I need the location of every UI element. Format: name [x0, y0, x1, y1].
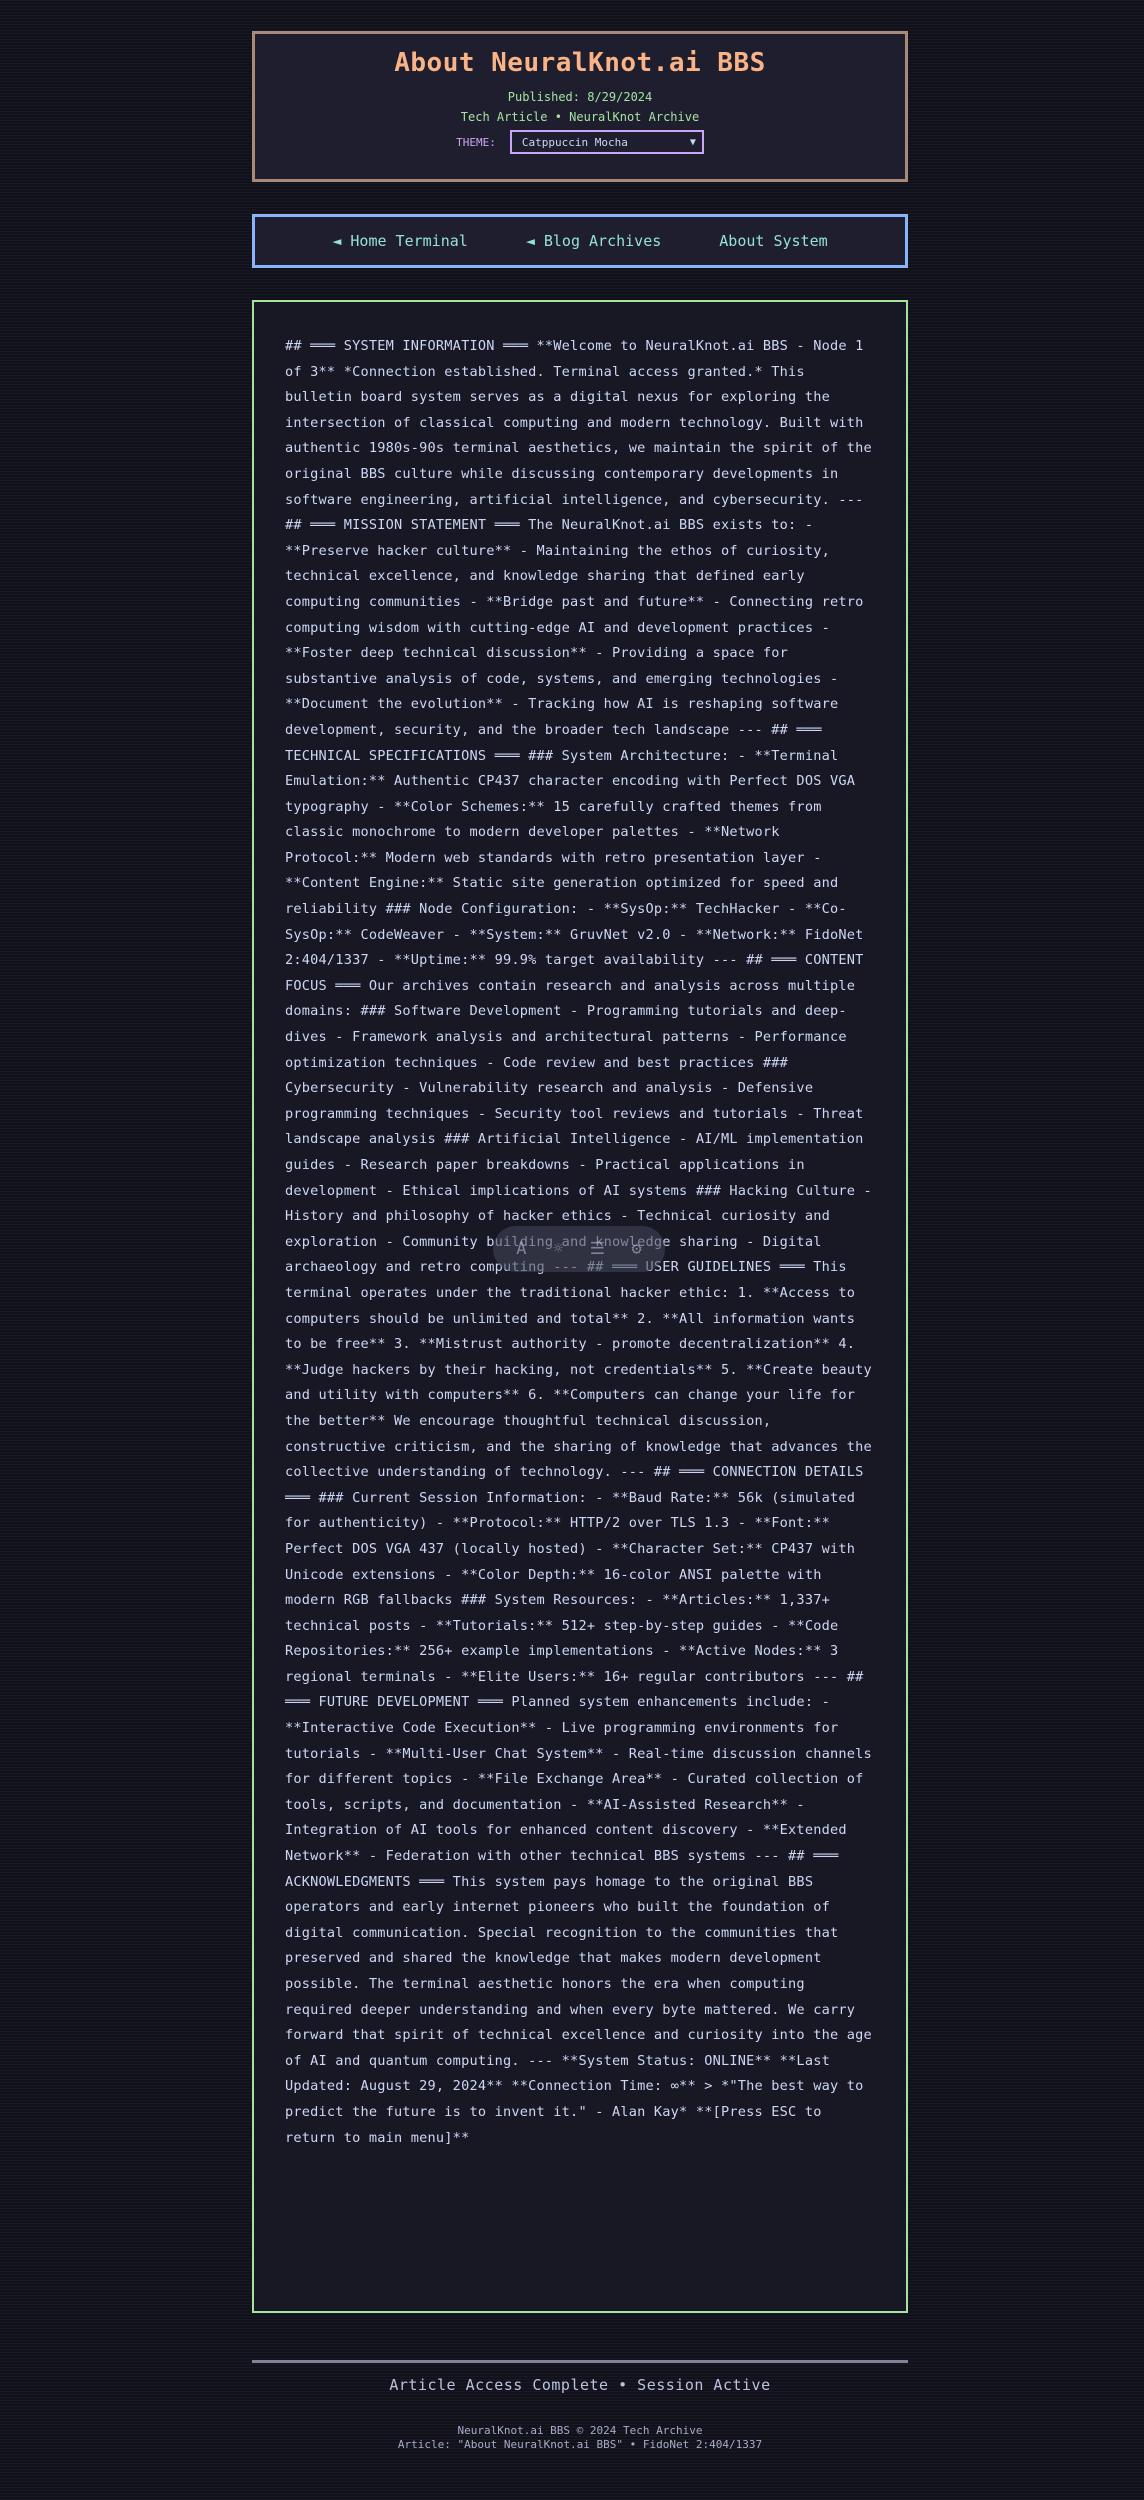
settings-icon[interactable]: ⚙ [632, 1239, 642, 1259]
published-date: Published: 8/29/2024 [507, 90, 653, 104]
theme-select[interactable]: Catppuccin Mocha ▼ [509, 130, 704, 154]
theme-row: THEME: Catppuccin Mocha ▼ [255, 130, 905, 154]
floating-toolbar: A ☼ ☰ ⚙ [493, 1226, 665, 1272]
nav-about-system-link[interactable]: About System [719, 232, 827, 250]
page-title: About NeuralKnot.ai BBS [394, 48, 766, 78]
nav-bar: ◄ Home Terminal ◄ Blog Archives About Sy… [252, 214, 908, 268]
nav-blog-archives-link[interactable]: ◄ Blog Archives [526, 232, 661, 250]
font-icon[interactable]: A [516, 1239, 526, 1259]
chevron-down-icon: ▼ [689, 136, 696, 148]
footer-divider [252, 2360, 908, 2363]
reader-list-icon[interactable]: ☰ [590, 1239, 605, 1259]
header-panel: About NeuralKnot.ai BBS Published: 8/29/… [252, 31, 908, 182]
theme-label: THEME: [456, 135, 496, 149]
footer-article-ref: Article: "About NeuralKnot.ai BBS" • Fid… [397, 2438, 763, 2451]
footer-status: Article Access Complete • Session Active [389, 2376, 771, 2394]
theme-select-value: Catppuccin Mocha [521, 135, 628, 149]
article-panel: ## ═══ SYSTEM INFORMATION ═══ **Welcome … [252, 300, 908, 2313]
article-byline: Tech Article • NeuralKnot Archive [460, 110, 700, 124]
nav-home-terminal-link[interactable]: ◄ Home Terminal [332, 232, 467, 250]
footer-copyright: NeuralKnot.ai BBS © 2024 Tech Archive [457, 2424, 703, 2437]
brightness-icon[interactable]: ☼ [553, 1239, 563, 1259]
